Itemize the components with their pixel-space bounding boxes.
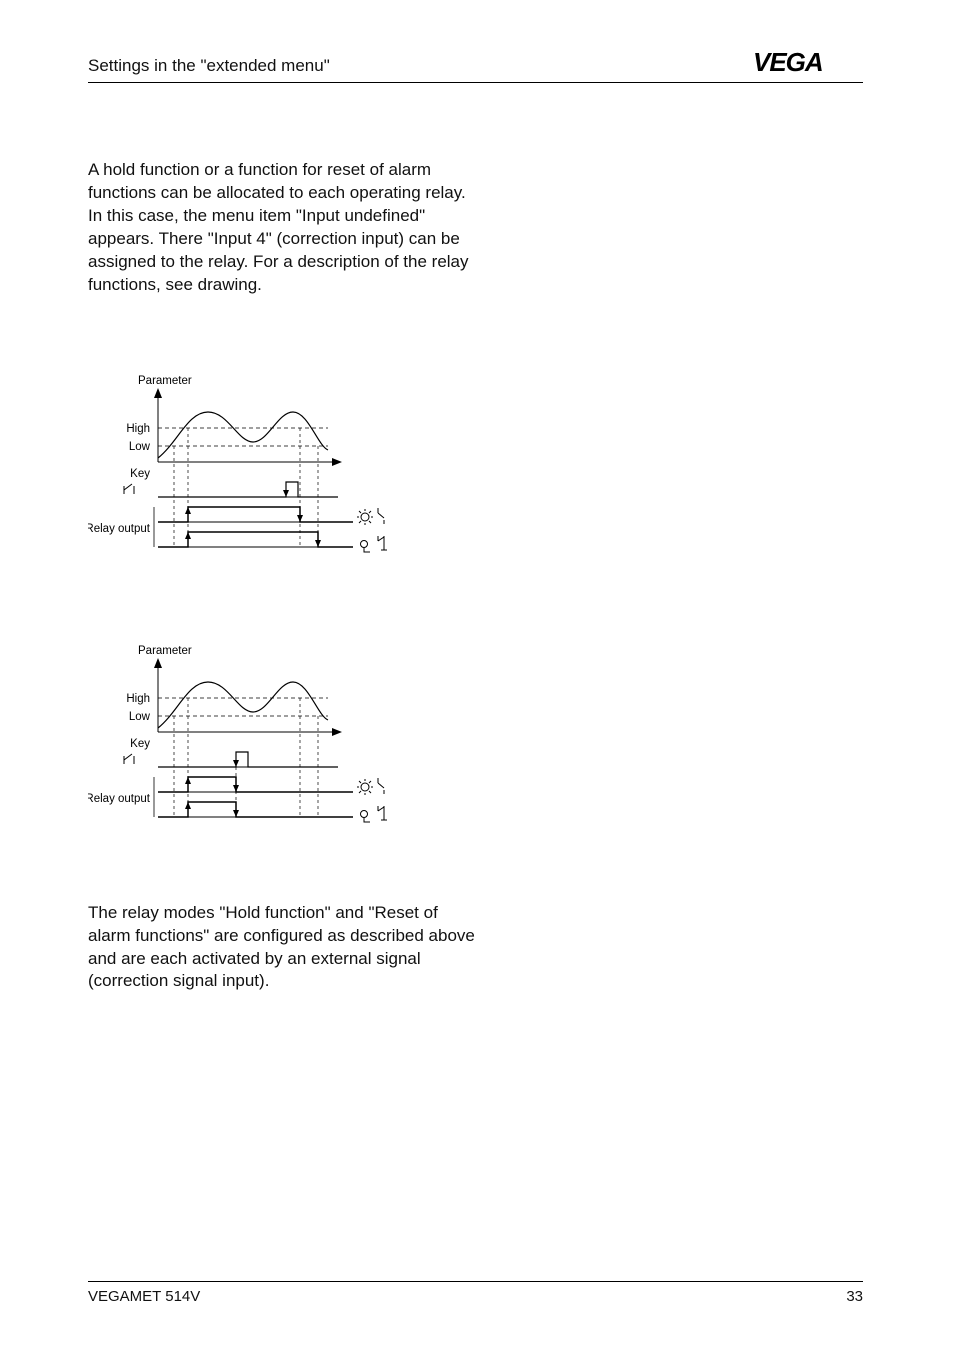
lamp-icon <box>357 509 373 525</box>
contact-no-icon <box>378 778 384 794</box>
vega-logo: VEGA <box>753 48 863 76</box>
horn-icon <box>361 540 371 552</box>
d1-relay-label: Relay output <box>88 523 151 535</box>
d2-key-label: Key <box>130 738 150 750</box>
d2-low-label: Low <box>129 711 151 723</box>
contact-nc-icon <box>378 536 387 550</box>
contact-nc-icon <box>378 806 387 820</box>
d2-relay-label: Relay output <box>88 793 151 805</box>
page-footer: VEGAMET 514V 33 <box>88 1281 863 1305</box>
paragraph-2: The relay modes "Hold function" and "Res… <box>88 902 483 994</box>
timing-diagram-2: Parameter High Low Key Relay output <box>88 642 398 842</box>
d1-key-label: Key <box>130 468 150 480</box>
d2-high-label: High <box>126 693 150 705</box>
contact-no-icon <box>378 508 384 524</box>
footer-page-number: 33 <box>846 1288 863 1305</box>
d1-low-label: Low <box>129 441 151 453</box>
timing-diagram-1: Parameter High Low Key Relay output <box>88 372 398 572</box>
d1-high-label: High <box>126 423 150 435</box>
horn-icon <box>361 810 371 822</box>
page-header: Settings in the "extended menu" <box>88 45 863 83</box>
lamp-icon <box>357 779 373 795</box>
d1-parameter-label: Parameter <box>138 375 192 387</box>
paragraph-1: A hold function or a function for reset … <box>88 159 483 297</box>
section-title: Settings in the "extended menu" <box>88 56 330 76</box>
d2-parameter-label: Parameter <box>138 645 192 657</box>
footer-product: VEGAMET 514V <box>88 1288 200 1305</box>
svg-text:VEGA: VEGA <box>753 48 823 76</box>
